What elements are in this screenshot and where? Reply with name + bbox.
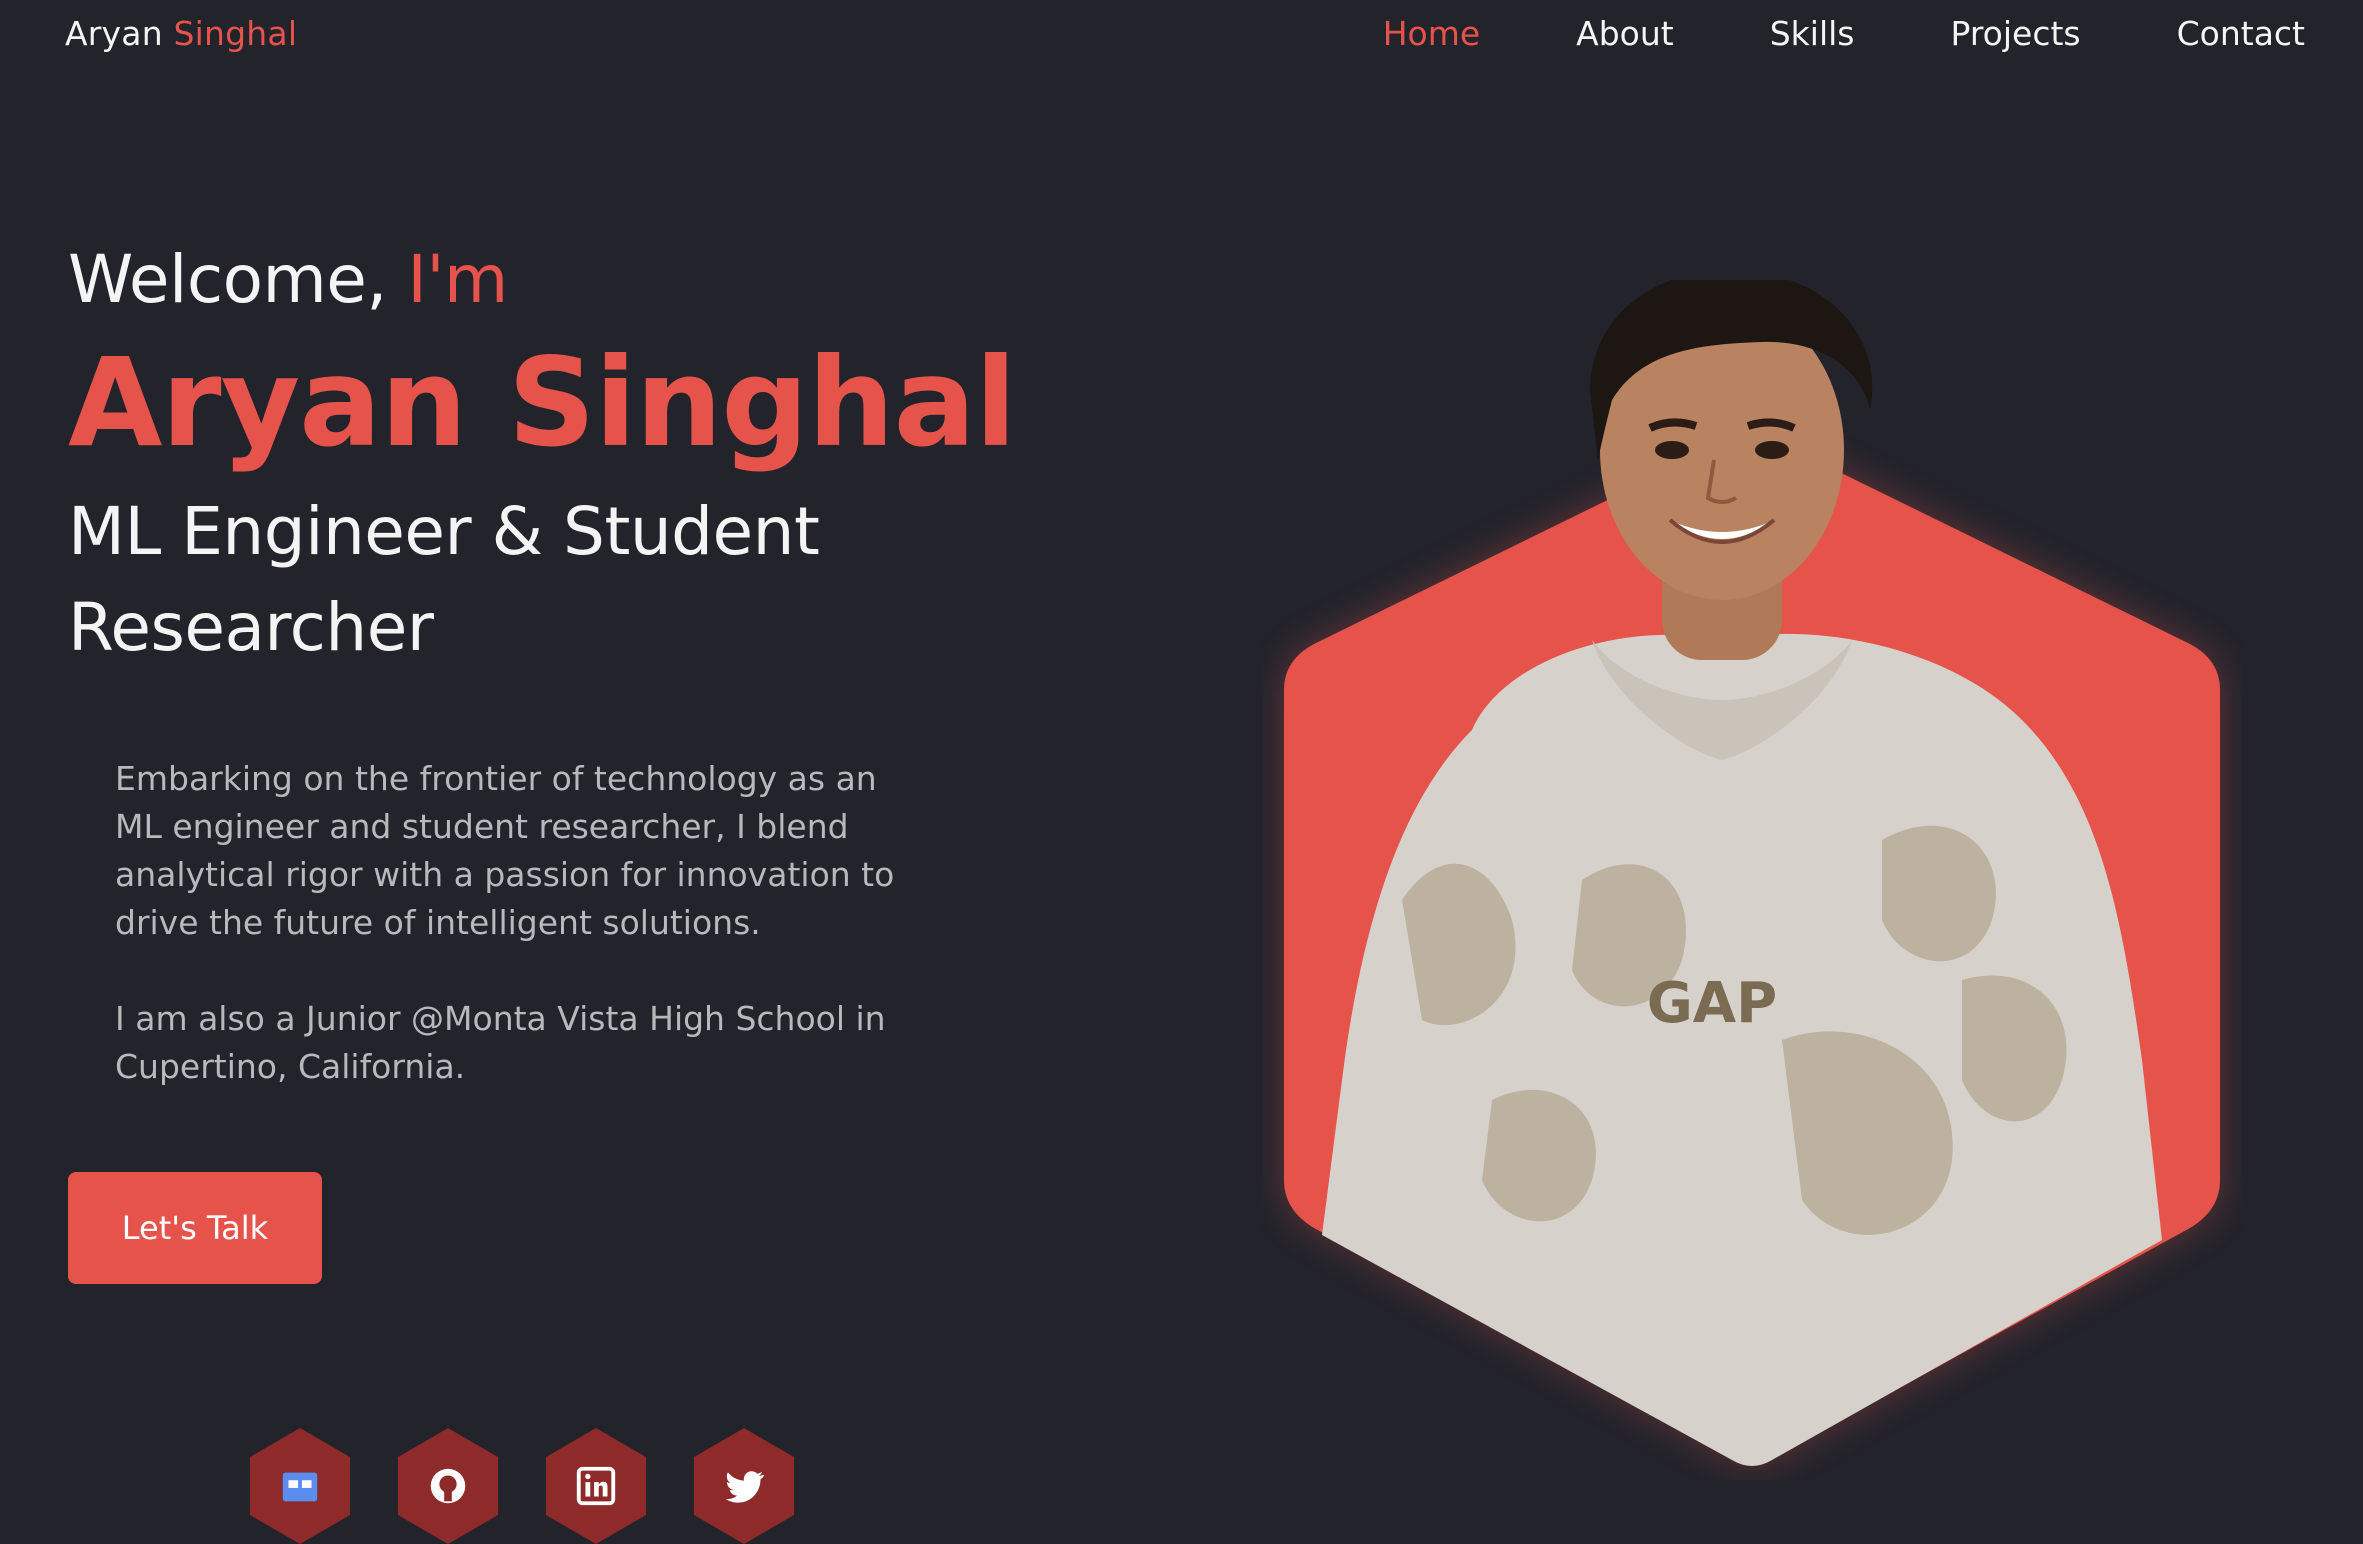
nav-link-skills[interactable]: Skills <box>1770 14 1855 53</box>
person-silhouette <box>1322 280 2162 1466</box>
description-paragraph-2: I am also a Junior @Monta Vista High Sch… <box>115 999 886 1086</box>
site-logo[interactable]: Aryan Singhal <box>65 14 297 53</box>
welcome-accent: I'm <box>407 241 508 318</box>
navbar: Aryan Singhal Home About Skills Projects… <box>0 0 2363 72</box>
social-link-github[interactable] <box>398 1428 498 1544</box>
nav-link-home[interactable]: Home <box>1383 14 1480 53</box>
description-paragraph-1: Embarking on the frontier of technology … <box>115 759 895 942</box>
hoodie-logo-text: GAP <box>1647 971 1777 1036</box>
social-link-devpost[interactable] <box>250 1428 350 1544</box>
linkedin-icon <box>576 1466 616 1506</box>
nav-link-projects[interactable]: Projects <box>1951 14 2081 53</box>
nav-links: Home About Skills Projects Contact <box>1383 14 2305 53</box>
twitter-icon <box>725 1471 765 1503</box>
welcome-text: Welcome, <box>68 241 387 318</box>
welcome-heading: Welcome, I'm <box>68 240 1068 319</box>
profile-hexagon: GAP <box>1284 280 2220 1466</box>
social-link-linkedin[interactable] <box>546 1428 646 1544</box>
logo-last-name: Singhal <box>173 14 298 53</box>
github-icon <box>430 1468 466 1504</box>
hero-role: ML Engineer & Student Researcher <box>68 492 820 666</box>
hero-name: Aryan Singhal <box>68 332 1017 475</box>
lets-talk-button[interactable]: Let's Talk <box>68 1172 322 1284</box>
social-link-twitter[interactable] <box>694 1428 794 1544</box>
logo-first-name: Aryan <box>65 14 163 53</box>
hero-intro: Welcome, I'm Aryan Singhal ML Engineer &… <box>68 240 1068 676</box>
social-links <box>250 1428 794 1544</box>
profile-photo: GAP <box>1262 280 2242 1480</box>
devpost-icon <box>282 1472 318 1502</box>
hero-description: Embarking on the frontier of technology … <box>115 755 915 1139</box>
nav-link-about[interactable]: About <box>1576 14 1674 53</box>
nav-link-contact[interactable]: Contact <box>2177 14 2305 53</box>
